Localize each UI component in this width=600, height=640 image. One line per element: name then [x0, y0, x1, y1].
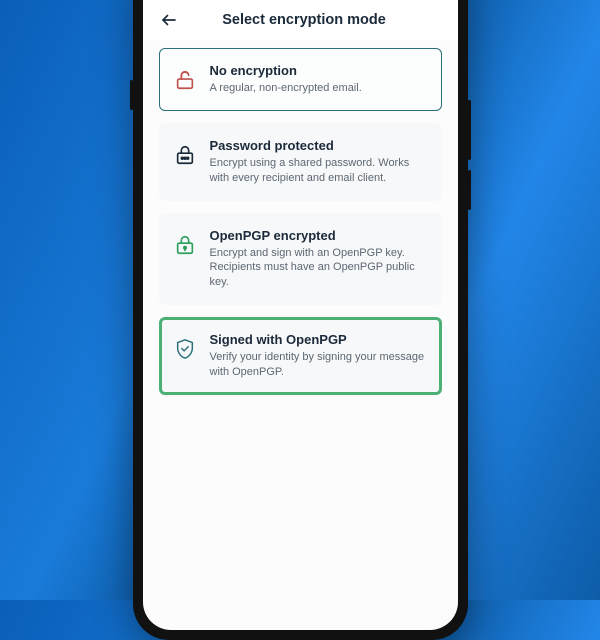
option-title: Password protected — [210, 138, 427, 153]
lock-pgp-icon — [174, 234, 196, 256]
encryption-options-list: No encryption A regular, non-encrypted e… — [143, 40, 458, 411]
app-header: Select encryption mode — [143, 0, 458, 40]
option-no-encryption[interactable]: No encryption A regular, non-encrypted e… — [159, 48, 442, 111]
option-desc: Verify your identity by signing your mes… — [210, 350, 427, 380]
option-text: No encryption A regular, non-encrypted e… — [210, 63, 427, 96]
option-password-protected[interactable]: Password protected Encrypt using a share… — [159, 123, 442, 201]
phone-frame: 12:37 Select encryption mode No encrypti… — [133, 0, 468, 640]
option-title: OpenPGP encrypted — [210, 228, 427, 243]
option-desc: Encrypt using a shared password. Works w… — [210, 156, 427, 186]
lock-icon — [174, 144, 196, 166]
side-button — [468, 170, 471, 210]
option-title: Signed with OpenPGP — [210, 332, 427, 347]
page-title: Select encryption mode — [167, 12, 442, 28]
option-signed-openpgp[interactable]: Signed with OpenPGP Verify your identity… — [159, 317, 442, 395]
option-title: No encryption — [210, 63, 427, 78]
phone-screen: 12:37 Select encryption mode No encrypti… — [143, 0, 458, 630]
option-desc: Encrypt and sign with an OpenPGP key. Re… — [210, 246, 427, 291]
shield-check-icon — [174, 338, 196, 360]
unlock-icon — [174, 69, 196, 91]
option-openpgp-encrypted[interactable]: OpenPGP encrypted Encrypt and sign with … — [159, 213, 442, 306]
volume-button — [130, 80, 133, 110]
option-text: Password protected Encrypt using a share… — [210, 138, 427, 186]
option-text: OpenPGP encrypted Encrypt and sign with … — [210, 228, 427, 291]
power-button — [468, 100, 471, 160]
option-text: Signed with OpenPGP Verify your identity… — [210, 332, 427, 380]
option-desc: A regular, non-encrypted email. — [210, 81, 427, 96]
